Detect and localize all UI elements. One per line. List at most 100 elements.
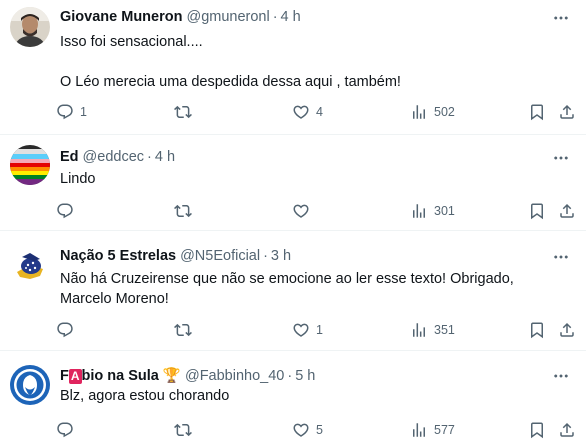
bookmark-button[interactable] bbox=[528, 419, 546, 441]
views-icon bbox=[410, 421, 428, 439]
tweet-text: Não há Cruzeirense que não se emocione a… bbox=[60, 269, 570, 309]
bookmark-button[interactable] bbox=[528, 200, 546, 222]
views-button[interactable]: 577 bbox=[410, 419, 455, 441]
avatar[interactable] bbox=[10, 245, 50, 285]
reply-icon bbox=[56, 103, 74, 121]
bookmark-icon bbox=[528, 103, 546, 121]
tweet[interactable]: Nação 5 Estrelas @N5Eoficial · 3 h Não h… bbox=[0, 231, 586, 351]
tweet[interactable]: Giovane Muneron @gmuneronl · 4 h Isso fo… bbox=[0, 0, 586, 135]
reply-button[interactable] bbox=[56, 200, 74, 222]
views-button[interactable]: 502 bbox=[410, 101, 455, 123]
reply-button[interactable] bbox=[56, 319, 74, 341]
display-name[interactable]: Nação 5 Estrelas bbox=[60, 248, 176, 264]
bookmark-button[interactable] bbox=[528, 101, 546, 123]
reply-count: 1 bbox=[80, 105, 87, 119]
separator-dot: · bbox=[272, 9, 278, 25]
tweet-actions: 5 577 bbox=[56, 419, 576, 441]
reply-icon bbox=[56, 202, 74, 220]
tweet-text-line: Marcelo Moreno! bbox=[60, 291, 169, 307]
more-icon[interactable] bbox=[552, 9, 570, 27]
tweet-text-line: Lindo bbox=[60, 171, 96, 187]
views-button[interactable]: 301 bbox=[410, 200, 455, 222]
heart-icon bbox=[292, 103, 310, 121]
separator-dot: · bbox=[263, 248, 268, 264]
share-button[interactable] bbox=[558, 101, 576, 123]
tweet-actions: 1 4 502 bbox=[56, 101, 576, 123]
retweet-button[interactable] bbox=[174, 419, 192, 441]
avatar[interactable] bbox=[10, 7, 50, 47]
more-icon[interactable] bbox=[552, 367, 570, 385]
timestamp[interactable]: 4 h bbox=[155, 149, 175, 165]
timestamp[interactable]: 4 h bbox=[281, 9, 301, 25]
share-button[interactable] bbox=[558, 319, 576, 341]
handle[interactable]: @Fabbinho_40 bbox=[185, 368, 284, 384]
retweet-icon bbox=[174, 321, 192, 339]
reply-icon bbox=[56, 321, 74, 339]
tweet[interactable]: F Abio na Sula 🏆 @Fabbinho_40 · 5 h Blz, … bbox=[0, 351, 586, 447]
timestamp[interactable]: 3 h bbox=[271, 248, 291, 264]
share-button[interactable] bbox=[558, 419, 576, 441]
avatar[interactable] bbox=[10, 145, 50, 185]
reply-button[interactable] bbox=[56, 419, 74, 441]
views-button[interactable]: 351 bbox=[410, 319, 455, 341]
view-count: 502 bbox=[434, 105, 455, 119]
display-name[interactable]: F Abio na Sula 🏆 bbox=[60, 367, 181, 384]
tweet-actions: 301 bbox=[56, 200, 576, 222]
like-button[interactable]: 1 bbox=[292, 319, 323, 341]
like-button[interactable]: 4 bbox=[292, 101, 323, 123]
display-name-rest: bio na Sula bbox=[81, 368, 159, 384]
tweet-text-line: Não há Cruzeirense que não se emocione a… bbox=[60, 271, 514, 287]
heart-icon bbox=[292, 202, 310, 220]
like-button[interactable] bbox=[292, 200, 310, 222]
display-name[interactable]: Ed bbox=[60, 149, 79, 165]
tweet-text: Blz, agora estou chorando bbox=[60, 386, 570, 406]
retweet-icon bbox=[174, 421, 192, 439]
tweet-text-line: O Léo merecia uma despedida dessa aqui ,… bbox=[60, 74, 401, 90]
retweet-button[interactable] bbox=[174, 319, 192, 341]
retweet-button[interactable] bbox=[174, 200, 192, 222]
views-icon bbox=[410, 202, 428, 220]
timestamp[interactable]: 5 h bbox=[295, 368, 315, 384]
more-icon[interactable] bbox=[552, 149, 570, 167]
tweet-text: Isso foi sensacional.... O Léo merecia u… bbox=[60, 32, 570, 92]
like-button[interactable]: 5 bbox=[292, 419, 323, 441]
separator-dot: · bbox=[287, 368, 293, 384]
heart-icon bbox=[292, 321, 310, 339]
tweet[interactable]: Ed @eddcec · 4 h Lindo 301 bbox=[0, 135, 586, 231]
display-name-prefix: F bbox=[60, 368, 69, 384]
view-count: 301 bbox=[434, 204, 455, 218]
bookmark-icon bbox=[528, 321, 546, 339]
handle[interactable]: @gmuneronl bbox=[186, 9, 269, 25]
share-button[interactable] bbox=[558, 200, 576, 222]
views-icon bbox=[410, 321, 428, 339]
handle[interactable]: @eddcec bbox=[83, 149, 144, 165]
like-count: 4 bbox=[316, 105, 323, 119]
bookmark-icon bbox=[528, 421, 546, 439]
trophy-icon: 🏆 bbox=[162, 368, 181, 384]
tweet-text-line: Blz, agora estou chorando bbox=[60, 388, 230, 404]
display-name[interactable]: Giovane Muneron bbox=[60, 9, 182, 25]
avatar[interactable] bbox=[10, 365, 50, 405]
share-icon bbox=[558, 421, 576, 439]
separator-dot: · bbox=[147, 149, 152, 165]
retweet-icon bbox=[174, 103, 192, 121]
letter-badge: A bbox=[68, 369, 82, 384]
share-icon bbox=[558, 321, 576, 339]
views-icon bbox=[410, 103, 428, 121]
tweet-text: Lindo bbox=[60, 169, 570, 189]
retweet-icon bbox=[174, 202, 192, 220]
tweet-text-line: Isso foi sensacional.... bbox=[60, 34, 203, 50]
retweet-button[interactable] bbox=[174, 101, 192, 123]
share-icon bbox=[558, 202, 576, 220]
tweet-text-blank-line bbox=[60, 52, 570, 72]
more-icon[interactable] bbox=[552, 248, 570, 266]
view-count: 577 bbox=[434, 423, 455, 437]
reply-icon bbox=[56, 421, 74, 439]
bookmark-button[interactable] bbox=[528, 319, 546, 341]
like-count: 1 bbox=[316, 323, 323, 337]
handle[interactable]: @N5Eoficial bbox=[180, 248, 260, 264]
like-count: 5 bbox=[316, 423, 323, 437]
heart-icon bbox=[292, 421, 310, 439]
reply-button[interactable]: 1 bbox=[56, 101, 87, 123]
view-count: 351 bbox=[434, 323, 455, 337]
